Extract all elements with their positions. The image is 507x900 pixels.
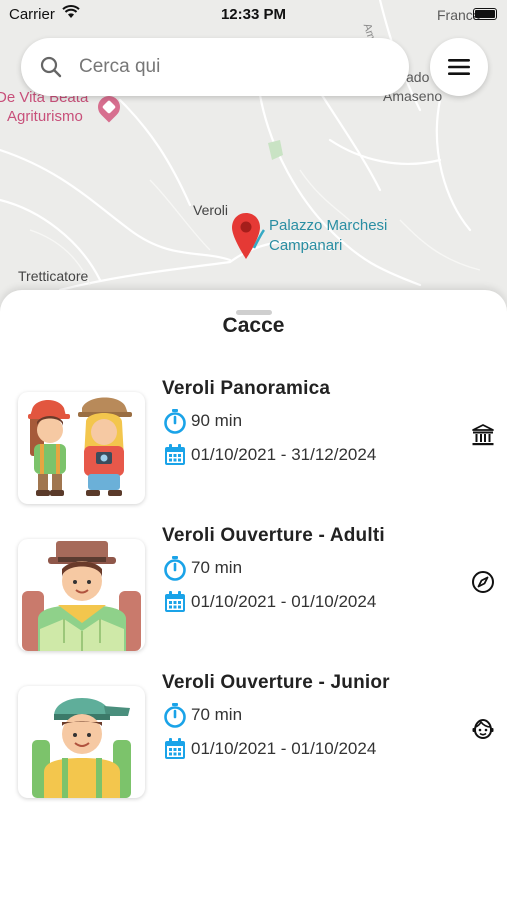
stopwatch-icon bbox=[164, 409, 186, 434]
sheet-grabber[interactable] bbox=[236, 310, 272, 315]
hunt-thumbnail bbox=[18, 392, 145, 504]
category-button[interactable] bbox=[470, 716, 496, 742]
hunt-list-item[interactable]: Veroli Ouverture - Adulti 70 min 01/10/2… bbox=[0, 525, 507, 655]
map-label-veroli: Veroli bbox=[193, 202, 229, 218]
hunt-list-item[interactable]: Veroli Panoramica 90 min 01/10/2021 - 31… bbox=[0, 378, 507, 508]
map-label-palazzo-name: Palazzo Marchesi bbox=[269, 217, 388, 234]
map-label-agriturismo-type: Agriturismo bbox=[7, 108, 83, 125]
hunt-thumbnail bbox=[18, 539, 145, 651]
category-button[interactable] bbox=[470, 422, 496, 448]
hunt-duration-text: 70 min bbox=[191, 705, 243, 724]
map-label-tretticatore: Tretticatore bbox=[18, 268, 89, 284]
search-input[interactable] bbox=[79, 56, 359, 78]
calendar-icon bbox=[165, 591, 185, 612]
hunt-list-item[interactable]: Veroli Ouverture - Junior 70 min 01/10/2… bbox=[0, 672, 507, 802]
hunt-title: Veroli Ouverture - Junior bbox=[162, 672, 390, 693]
status-bar: Carrier 12:33 PM bbox=[0, 0, 507, 30]
sheet-title: Cacce bbox=[0, 316, 507, 340]
calendar-icon bbox=[165, 738, 185, 759]
map-pin-shadow bbox=[252, 229, 266, 249]
hunt-duration-text: 90 min bbox=[191, 411, 243, 430]
hunt-dates-text: 01/10/2021 - 01/10/2024 bbox=[191, 592, 377, 611]
compass-icon bbox=[472, 571, 494, 593]
sheet-title-text: Cacce bbox=[222, 316, 285, 337]
status-time: 12:33 PM bbox=[220, 6, 287, 23]
map-label-palazzo-subtitle: Campanari bbox=[269, 237, 343, 254]
hunt-title: Veroli Ouverture - Adulti bbox=[162, 525, 385, 546]
map-label-amaseno-prefix: ado bbox=[406, 69, 430, 85]
search-bar[interactable] bbox=[21, 38, 409, 96]
junior-explorer-illustration bbox=[32, 698, 131, 798]
hunt-duration: 70 min bbox=[163, 702, 242, 728]
bottom-sheet[interactable]: Cacce Veroli Panoramica 90 min 01/10/202… bbox=[0, 290, 507, 900]
hunt-title: Veroli Panoramica bbox=[162, 378, 331, 399]
search-icon bbox=[40, 56, 62, 78]
two-hikers-illustration bbox=[28, 397, 132, 496]
calendar-icon bbox=[165, 444, 185, 465]
stopwatch-icon bbox=[164, 556, 186, 581]
bank-icon bbox=[472, 424, 494, 446]
hunt-duration-text: 70 min bbox=[191, 558, 243, 577]
battery-icon bbox=[473, 8, 497, 20]
hunt-dates: 01/10/2021 - 31/12/2024 bbox=[163, 443, 376, 467]
hunt-dates-text: 01/10/2021 - 01/10/2024 bbox=[191, 739, 377, 758]
hunt-duration: 90 min bbox=[163, 408, 242, 434]
category-button[interactable] bbox=[470, 569, 496, 595]
stopwatch-icon bbox=[164, 703, 186, 728]
hunt-dates: 01/10/2021 - 01/10/2024 bbox=[163, 590, 376, 614]
hunt-dates: 01/10/2021 - 01/10/2024 bbox=[163, 737, 376, 761]
hunt-thumbnail bbox=[18, 686, 145, 798]
menu-button[interactable] bbox=[430, 38, 488, 96]
hunt-dates-text: 01/10/2021 - 31/12/2024 bbox=[191, 445, 377, 464]
hamburger-menu-icon bbox=[448, 59, 470, 75]
adult-explorer-illustration bbox=[22, 541, 141, 651]
smiley-icon bbox=[472, 718, 494, 740]
hunt-duration: 70 min bbox=[163, 555, 242, 581]
